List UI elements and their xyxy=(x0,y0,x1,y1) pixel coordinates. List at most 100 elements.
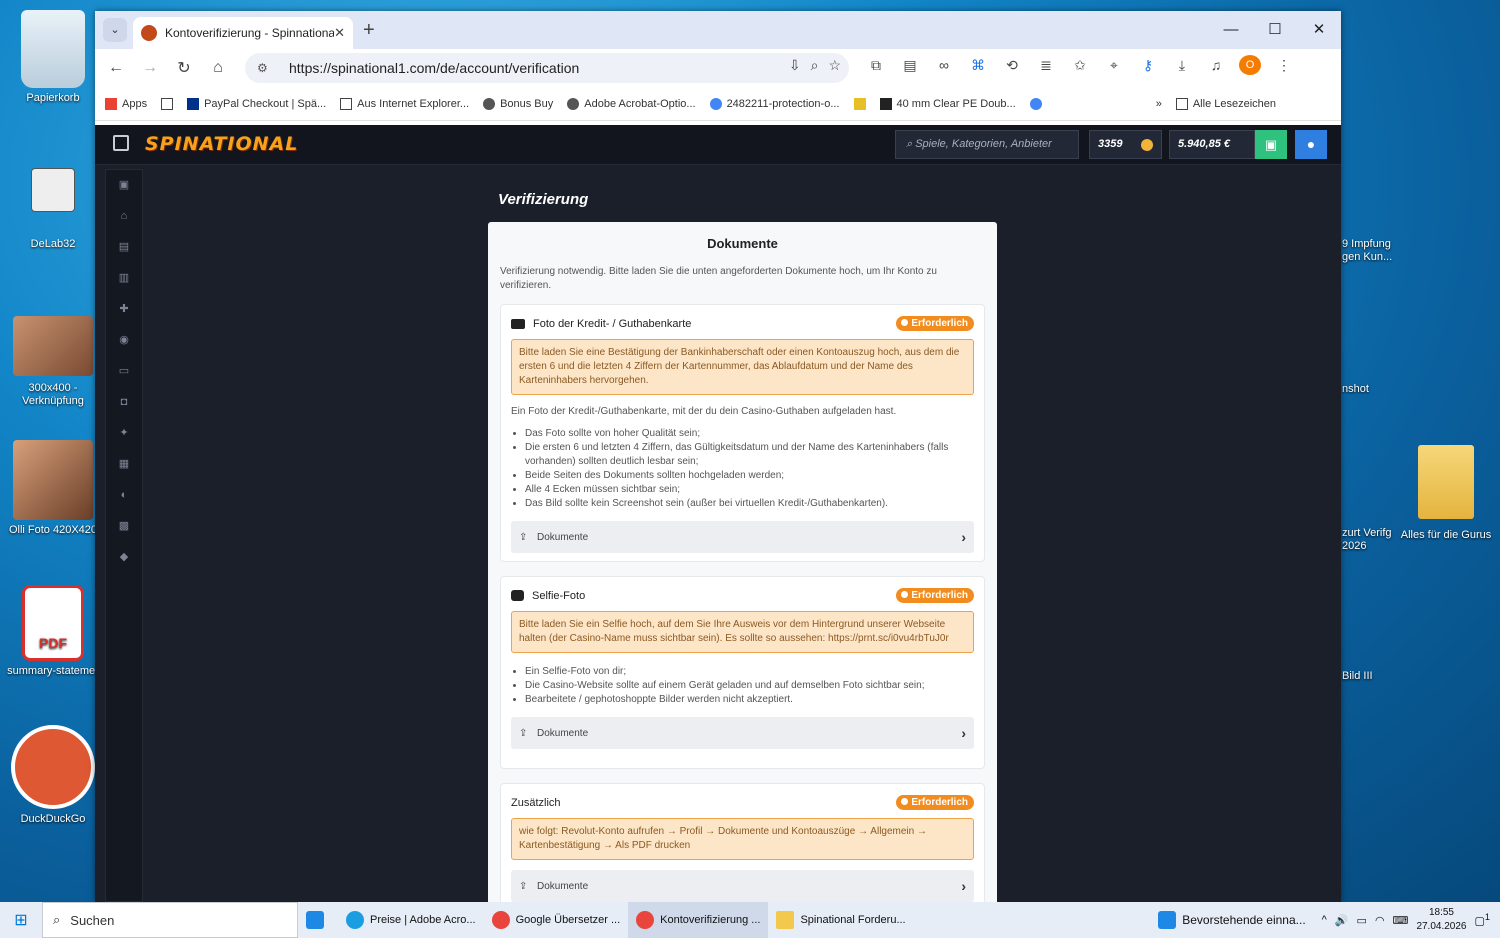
taskbar-app-chrome-verify[interactable]: Kontoverifizierung ... xyxy=(628,902,769,938)
tickets-icon[interactable]: ▭ xyxy=(106,356,142,387)
volume-icon[interactable]: 🔊 xyxy=(1335,914,1349,927)
site-info-icon[interactable]: ⚙ xyxy=(257,61,275,75)
bookmark-amazon[interactable]: 40 mm Clear PE Doub... xyxy=(879,97,1016,110)
favorites-icon[interactable]: ✩ xyxy=(1069,57,1091,74)
site-logo[interactable]: SPINATIONAL xyxy=(145,133,298,155)
bookmark-adobe[interactable]: Adobe Acrobat-Optio... xyxy=(567,97,696,110)
bookmark-star-icon[interactable]: ☆ xyxy=(828,57,841,74)
upload-documents-button[interactable]: ⇪ Dokumente › xyxy=(511,870,974,902)
reload-icon[interactable]: ↻ xyxy=(167,58,201,78)
taskbar-app-notification[interactable]: Bevorstehende einna... xyxy=(1150,902,1313,938)
bookmarks-overflow[interactable]: » xyxy=(1156,98,1162,110)
back-icon[interactable]: ← xyxy=(99,59,133,77)
extension-icon xyxy=(853,97,866,110)
bookmark-apps[interactable]: Apps xyxy=(105,97,147,110)
desktop-icon-partial[interactable]: zurt Verifg 2026 xyxy=(1342,527,1402,553)
upload-icon: ⇪ xyxy=(519,531,528,543)
bookmark-misc[interactable] xyxy=(853,97,866,110)
desktop-icon-partial[interactable]: 9 Impfung gen Kun... xyxy=(1342,238,1402,264)
bookmark-bonus-buy[interactable]: Bonus Buy xyxy=(483,97,553,110)
desktop-icon-300x400[interactable]: 300x400 - Verknüpfung xyxy=(5,316,101,408)
password-key-icon[interactable]: ⚷ xyxy=(1137,57,1159,74)
forward-icon[interactable]: → xyxy=(133,59,167,77)
desktop-icon-olli-foto[interactable]: Olli Foto 420X420 xyxy=(5,440,101,537)
clock[interactable]: 18:55 27.04.2026 xyxy=(1416,906,1466,934)
install-app-icon[interactable]: ⇩ xyxy=(789,57,801,74)
wheel-icon[interactable]: ◐ xyxy=(106,480,142,511)
sidepanel-icon[interactable]: ▤ xyxy=(899,57,921,74)
recycle-bin-icon xyxy=(21,10,85,88)
desktop-icon-duckduckgo[interactable]: DuckDuckGo xyxy=(5,725,101,826)
minimize-icon[interactable]: — xyxy=(1209,11,1253,49)
section-credit-card: Foto der Kredit- / Guthabenkarte Erforde… xyxy=(500,304,985,562)
tray-chevron-icon[interactable]: ^ xyxy=(1322,914,1327,926)
diamond-icon[interactable]: ◆ xyxy=(106,542,142,573)
tournament-icon[interactable]: ▦ xyxy=(106,449,142,480)
documents-intro: Verifizierung notwendig. Bitte laden Sie… xyxy=(500,266,937,291)
profile-avatar[interactable]: O xyxy=(1239,55,1261,75)
new-tab-button[interactable]: + xyxy=(363,19,375,42)
sports-icon[interactable]: ◉ xyxy=(106,325,142,356)
taskbar-app-chrome-translate[interactable]: Google Übersetzer ... xyxy=(484,902,629,938)
money-balance[interactable]: 5.940,85 € xyxy=(1169,130,1255,159)
upload-documents-button[interactable]: ⇪ Dokumente › xyxy=(511,521,974,553)
downloads-icon[interactable]: ⤓ xyxy=(1171,57,1193,74)
extensions-icon[interactable]: ⧉ xyxy=(865,57,887,74)
taskbar-search-input[interactable]: ⌕ Suchen xyxy=(42,902,298,938)
keyboard-icon[interactable]: ⌨ xyxy=(1393,914,1409,927)
desktop-icon-recycle-bin[interactable]: Papierkorb xyxy=(5,10,101,105)
shop-icon[interactable]: ▩ xyxy=(106,511,142,542)
sidebar-toggle-icon[interactable] xyxy=(113,135,129,151)
bookmark-google[interactable] xyxy=(1029,97,1042,110)
tab-kontoverifizierung[interactable]: Kontoverifizierung - Spinnational ✕ xyxy=(133,17,353,49)
cashback-icon[interactable]: ◘ xyxy=(106,387,142,418)
media-icon[interactable]: ♫ xyxy=(1205,57,1227,73)
requirements-list: Das Foto sollte von hoher Qualität sein;… xyxy=(525,427,974,511)
tab-search-dropdown[interactable]: ⌄ xyxy=(103,18,127,42)
bookmark-grid[interactable] xyxy=(161,97,174,110)
history-icon[interactable]: ⟲ xyxy=(1001,57,1023,74)
desktop-icon-label: DeLab32 xyxy=(30,238,76,250)
url-text[interactable]: https://spinational1.com/de/account/veri… xyxy=(289,60,579,76)
taskbar-app-folder[interactable]: Spinational Forderu... xyxy=(768,902,913,938)
upload-documents-button[interactable]: ⇪ Dokumente › xyxy=(511,717,974,749)
user-profile-icon[interactable]: ● xyxy=(1295,130,1327,159)
maximize-icon[interactable]: ☐ xyxy=(1253,11,1297,49)
wifi-icon[interactable]: ◠ xyxy=(1375,914,1385,927)
bookmark-paypal[interactable]: PayPal Checkout | Spä... xyxy=(187,97,326,110)
desktop-icon-pdf[interactable]: PDF summary-statemer xyxy=(5,585,101,678)
live-casino-icon[interactable]: ▥ xyxy=(106,263,142,294)
link-icon[interactable]: ∞ xyxy=(933,57,955,73)
location-icon[interactable]: ⌖ xyxy=(1103,57,1125,74)
rocket-icon[interactable]: ✦ xyxy=(106,418,142,449)
home-icon[interactable]: ⌂ xyxy=(106,201,142,232)
slots-icon[interactable]: ▤ xyxy=(106,232,142,263)
home-icon[interactable]: ⌂ xyxy=(201,59,235,77)
game-search-input[interactable]: ⌕ Spiele, Kategorien, Anbieter xyxy=(895,130,1079,159)
menu-kebab-icon[interactable]: ⋮ xyxy=(1273,57,1295,74)
battery-icon[interactable]: ▭ xyxy=(1357,914,1367,927)
taskbar-widget[interactable] xyxy=(298,902,338,938)
bookmark-protection[interactable]: 2482211-protection-o... xyxy=(709,97,840,110)
desktop-icon-delab32[interactable]: DeLab32 xyxy=(5,168,101,251)
gift-icon[interactable]: ▣ xyxy=(106,170,142,201)
bookmark-ie-folder[interactable]: Aus Internet Explorer... xyxy=(340,97,469,110)
notification-icon[interactable]: ▢1 xyxy=(1475,912,1491,928)
address-bar[interactable]: ⚙ https://spinational1.com/de/account/ve… xyxy=(245,53,849,83)
coins-balance[interactable]: 3359 xyxy=(1089,130,1162,159)
close-window-icon[interactable]: ✕ xyxy=(1297,11,1341,49)
taskbar-app-edge[interactable]: Preise | Adobe Acro... xyxy=(338,902,484,938)
desktop-icon-partial[interactable]: nshot xyxy=(1342,383,1402,396)
windows-start-icon[interactable]: ⊞ xyxy=(0,910,42,930)
wallet-icon[interactable]: ▣ xyxy=(1255,130,1287,159)
bookmark-all[interactable]: Alle Lesezeichen xyxy=(1175,97,1276,110)
puzzle-icon[interactable]: ✚ xyxy=(106,294,142,325)
zoom-icon[interactable]: ⌕ xyxy=(811,57,819,74)
desktop-icon-partial[interactable]: Bild III xyxy=(1342,670,1402,683)
chevron-right-icon: » xyxy=(1155,97,1162,110)
translate-icon[interactable]: ⌘ xyxy=(967,57,989,74)
reading-list-icon[interactable]: ≣ xyxy=(1035,57,1057,74)
desktop-icon-label: Alles für die Gurus xyxy=(1400,529,1492,541)
tab-close-icon[interactable]: ✕ xyxy=(334,25,345,41)
desktop-icon-folder-gurus[interactable]: Alles für die Gurus xyxy=(1398,445,1494,542)
